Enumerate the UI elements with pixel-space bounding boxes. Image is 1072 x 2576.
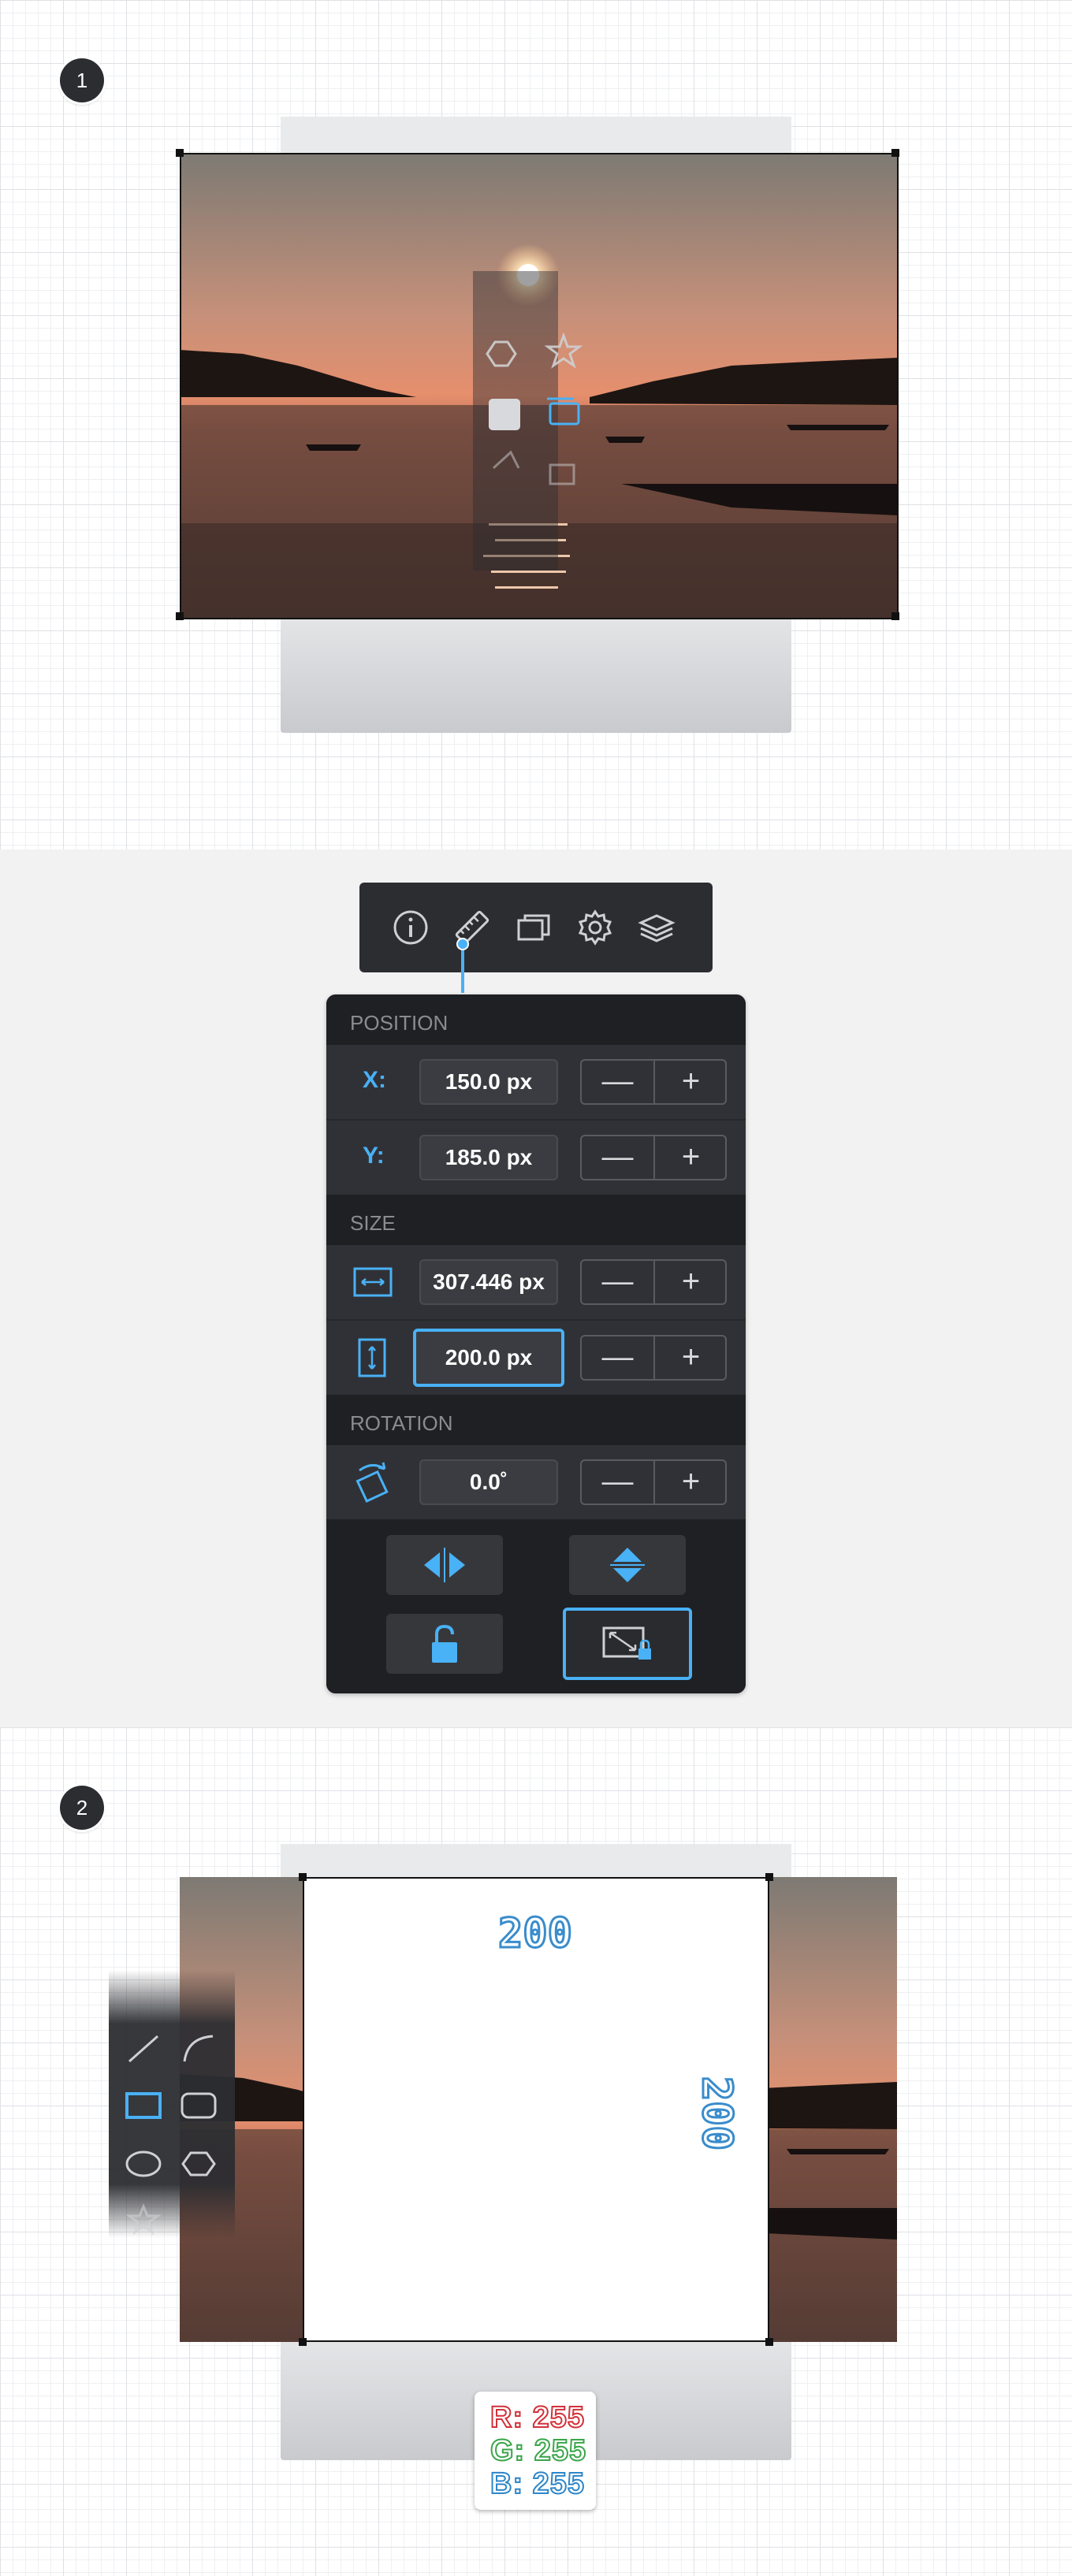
height-increment-button[interactable]: + [655,1336,727,1379]
position-header: POSITION [326,994,746,1045]
green-value: G: 255 [489,2433,587,2468]
rotation-stepper: — + [580,1459,727,1505]
height-stepper: — + [580,1335,727,1381]
size-title: SIZE [350,1211,396,1235]
red-value: R: 255 [489,2400,586,2435]
curve-tool-icon[interactable] [180,2033,218,2065]
tab-layers[interactable] [637,908,676,947]
x-decrement-button[interactable]: — [582,1061,655,1103]
info-icon [393,910,428,945]
blue-value: B: 255 [489,2466,586,2501]
size-header: SIZE [326,1195,746,1245]
y-increment-button[interactable]: + [655,1136,727,1179]
metrics-panel: POSITION X: 150.0 px — + Y: 185.0 px — +… [326,994,746,1693]
rotation-title: ROTATION [350,1411,453,1435]
step-badge-1: 1 [60,58,104,102]
rectangle-tool-icon[interactable] [125,2090,162,2121]
constrain-proportions-icon [602,1626,651,1660]
lock-button[interactable] [386,1614,503,1674]
resize-handle-tl[interactable] [299,1873,307,1881]
x-increment-button[interactable]: + [655,1061,727,1103]
resize-handle-bl[interactable] [299,2338,307,2346]
constrain-proportions-button[interactable] [563,1608,692,1680]
width-input[interactable]: 307.446 px [419,1259,558,1305]
rotation-input[interactable]: 0.0˚ [419,1459,558,1505]
tab-connector [461,944,464,993]
rotation-row: 0.0˚ — + [326,1445,746,1519]
rounded-rectangle-tool-icon[interactable] [180,2090,218,2121]
height-decrement-button[interactable]: — [582,1336,655,1379]
flip-vertical-icon [610,1548,645,1582]
y-input[interactable]: 185.0 px [419,1135,558,1180]
position-title: POSITION [350,1011,449,1035]
resize-handle-bl[interactable] [176,612,184,620]
resize-handle-tr[interactable] [765,1873,773,1881]
tab-settings[interactable] [575,908,615,947]
y-label: Y: [363,1143,385,1169]
tab-info[interactable] [391,908,430,947]
resize-handle-br[interactable] [765,2338,773,2346]
rotation-decrement-button[interactable]: — [582,1461,655,1504]
oval-tool-icon[interactable] [125,2148,162,2180]
line-tool-icon[interactable] [125,2033,162,2065]
width-increment-button[interactable]: + [655,1261,727,1303]
shape-tool-strip [109,1970,235,2238]
width-dimension-label: 200 [497,1909,574,1959]
rotation-increment-button[interactable]: + [655,1461,727,1504]
height-input[interactable]: 200.0 px [413,1329,564,1387]
windows-icon [517,914,550,941]
gear-icon [578,909,612,946]
y-decrement-button[interactable]: — [582,1136,655,1179]
x-label: X: [363,1067,386,1093]
height-icon [358,1338,386,1377]
y-stepper: — + [580,1135,727,1180]
flip-horizontal-button[interactable] [386,1535,503,1595]
artboard-shadow [281,616,791,733]
selection-frame [180,153,899,619]
layers-icon [638,914,676,942]
height-dimension-label: 200 [691,2076,741,2152]
flip-horizontal-icon [424,1548,465,1582]
tab-connector-dot [456,938,469,950]
resize-handle-tr[interactable] [891,149,899,157]
color-readout: R: 255 G: 255 B: 255 [475,2392,596,2510]
polygon-tool-icon[interactable] [180,2148,218,2180]
x-stepper: — + [580,1059,727,1105]
flip-vertical-button[interactable] [569,1535,686,1595]
tab-windows[interactable] [514,908,553,947]
width-decrement-button[interactable]: — [582,1261,655,1303]
height-row: 200.0 px — + [326,1321,746,1395]
width-stepper: — + [580,1259,727,1305]
inspector-tab-bar [359,883,713,972]
unlock-icon [432,1624,457,1663]
x-row: X: 150.0 px — + [326,1045,746,1119]
width-row: 307.446 px — + [326,1245,746,1319]
rotate-icon [355,1462,389,1504]
width-icon [353,1267,393,1297]
resize-handle-tl[interactable] [176,149,184,157]
x-input[interactable]: 150.0 px [419,1059,558,1105]
star-tool-icon[interactable] [125,2203,162,2235]
resize-handle-br[interactable] [891,612,899,620]
step-badge-2: 2 [60,1786,104,1830]
y-row: Y: 185.0 px — + [326,1121,746,1195]
rotation-header: ROTATION [326,1395,746,1445]
